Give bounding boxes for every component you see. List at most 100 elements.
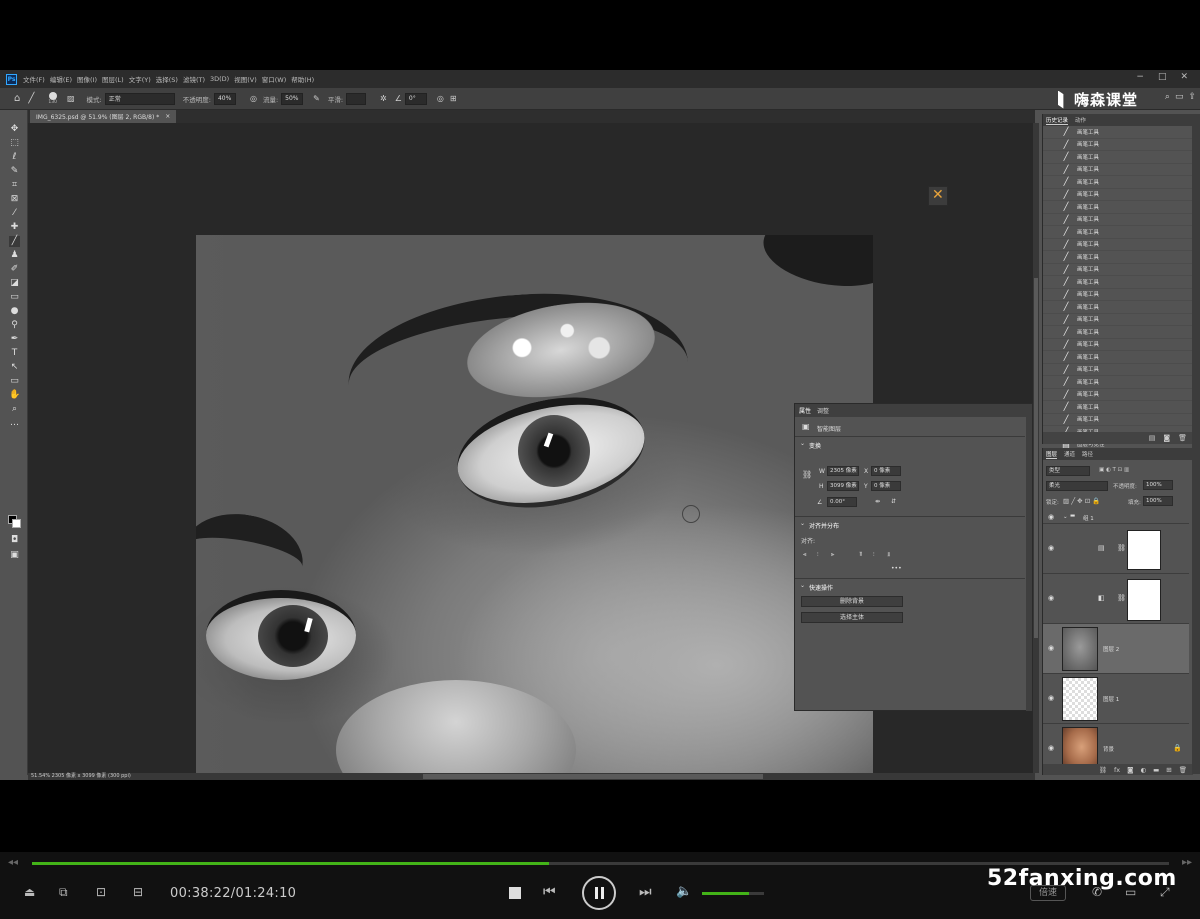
blur-tool-icon[interactable]: ● (9, 306, 20, 317)
more-tools-icon[interactable]: … (9, 418, 20, 429)
previous-button[interactable]: ⏮ (543, 884, 556, 900)
history-brush-tool-icon[interactable]: ✐ (9, 264, 20, 275)
tab-history[interactable]: 历史记录 (1046, 116, 1069, 125)
type-tool-icon[interactable]: T (9, 348, 20, 359)
angle-field[interactable]: 0° (404, 92, 427, 105)
opacity-field[interactable]: 40% (213, 92, 236, 105)
align-top-icon[interactable]: ⫪ (859, 551, 862, 559)
subtitle-icon[interactable]: ⧉ (59, 885, 68, 900)
history-item[interactable]: ╱ 画笔工具 (1043, 214, 1192, 226)
workspace-icon[interactable]: ▭ (1175, 92, 1184, 102)
new-group-icon[interactable]: ▬ (1153, 766, 1159, 774)
menu-filter[interactable]: 滤镜(T) (183, 74, 205, 84)
history-item[interactable]: ╱ 画笔工具 (1043, 314, 1192, 326)
flip-vertical-icon[interactable]: ⇵ (891, 498, 896, 505)
next-button[interactable]: ⏭ (639, 884, 652, 900)
stop-button[interactable] (509, 887, 521, 899)
screen-cast-icon[interactable]: ⊟ (133, 885, 143, 899)
hand-tool-icon[interactable]: ✋ (9, 390, 20, 401)
pen-tool-icon[interactable]: ✒ (9, 334, 20, 345)
seek-right-icon[interactable]: ▸▸ (1182, 857, 1192, 868)
menu-file[interactable]: 文件(F) (23, 74, 45, 84)
snapshot-icon[interactable]: ◙ (1163, 434, 1170, 442)
smoothing-options-icon[interactable]: ✲ (380, 94, 387, 103)
search-icon[interactable]: ⌕ (1165, 92, 1170, 102)
properties-scrollbar[interactable] (1026, 417, 1032, 711)
history-item[interactable]: ╱ 画笔工具 (1043, 339, 1192, 351)
pressure-size-icon[interactable]: ◎ (437, 94, 444, 103)
history-item[interactable]: ╱ 画笔工具 (1043, 126, 1192, 139)
history-item[interactable]: ╱ 画笔工具 (1043, 251, 1192, 264)
eject-icon[interactable]: ⏏ (24, 885, 35, 899)
height-field[interactable]: 3099 像素 (827, 481, 859, 491)
history-item[interactable]: ╱ 画笔工具 (1043, 351, 1192, 364)
history-item[interactable]: ╱ 画笔工具 (1043, 389, 1192, 401)
visibility-eye-icon[interactable]: ◉ (1048, 594, 1054, 602)
flip-horizontal-icon[interactable]: ⇹ (875, 498, 880, 505)
visibility-eye-icon[interactable]: ◉ (1048, 694, 1054, 702)
lasso-tool-icon[interactable]: ℓ (9, 152, 20, 163)
healing-brush-tool-icon[interactable]: ✚ (9, 222, 20, 233)
layer-row[interactable]: ◉ ▤ ⛓ (1043, 524, 1189, 574)
menu-select[interactable]: 选择(S) (156, 74, 178, 84)
visibility-eye-icon[interactable]: ◉ (1048, 644, 1054, 652)
brush-tool-icon[interactable]: ╱ (9, 236, 20, 247)
zoom-tool-icon[interactable]: ⌕ (9, 404, 20, 415)
floating-panel-button[interactable]: ✕ (928, 186, 948, 206)
crop-tool-icon[interactable]: ⌗ (9, 180, 20, 191)
tab-adjustments[interactable]: 调整 (817, 406, 829, 415)
marquee-tool-icon[interactable]: ⬚ (9, 138, 20, 149)
history-item[interactable]: ╱ 画笔工具 (1043, 139, 1192, 151)
chevron-down-icon[interactable]: ⌄ (800, 582, 805, 589)
adjustment-layer-icon[interactable]: ◐ (1140, 766, 1146, 774)
menu-view[interactable]: 视图(V) (234, 74, 257, 84)
align-bottom-icon[interactable]: ⫫ (887, 551, 890, 559)
tab-layers[interactable]: 图层 (1046, 450, 1058, 459)
delete-icon[interactable]: 🗑 (1178, 434, 1187, 442)
layer-mask-thumbnail[interactable] (1127, 530, 1161, 570)
menu-layer[interactable]: 图层(L) (102, 74, 124, 84)
rectangle-tool-icon[interactable]: ▭ (9, 376, 20, 387)
history-item[interactable]: ╱ 画笔工具 (1043, 364, 1192, 376)
clone-stamp-tool-icon[interactable]: ♟ (9, 250, 20, 261)
layer-opacity-field[interactable]: 100% (1143, 480, 1173, 490)
layer-row[interactable]: ◉ 图层 1 (1043, 674, 1189, 724)
history-item[interactable]: ╱ 画笔工具 (1043, 151, 1192, 164)
photo-portrait[interactable] (196, 235, 873, 773)
lock-icons[interactable]: ▨ ╱ ✥ ⊡ 🔒 (1063, 497, 1100, 505)
visibility-eye-icon[interactable]: ◉ (1048, 744, 1054, 752)
background-color-swatch[interactable] (12, 519, 21, 528)
layer-thumbnail[interactable] (1062, 627, 1098, 671)
select-subject-button[interactable]: 选择主体 (801, 612, 903, 623)
history-item[interactable]: ╱ 画笔工具 (1043, 176, 1192, 189)
frame-tool-icon[interactable]: ⊠ (9, 194, 20, 205)
chevron-down-icon[interactable]: ⌄ (800, 520, 805, 527)
seek-left-icon[interactable]: ◂◂ (8, 857, 18, 868)
translate-icon[interactable]: ⊡ (96, 885, 106, 899)
airbrush-icon[interactable]: ✎ (313, 94, 320, 103)
eyedropper-tool-icon[interactable]: ⁄ (9, 208, 20, 219)
fx-icon[interactable]: fx (1114, 766, 1120, 774)
layer-filter-select[interactable]: 类型 (1046, 466, 1090, 476)
blend-mode-select[interactable]: 柔光 (1046, 481, 1108, 491)
layer-group[interactable]: ◉ ⌄ ▬ 组 1 (1043, 510, 1189, 524)
menu-type[interactable]: 文字(Y) (129, 74, 151, 84)
layer-thumbnail[interactable] (1062, 677, 1098, 721)
x-field[interactable]: 0 像素 (871, 466, 901, 476)
tab-channels[interactable]: 通道 (1064, 450, 1075, 458)
move-tool-icon[interactable]: ✥ (9, 124, 20, 135)
menu-edit[interactable]: 编辑(E) (50, 74, 72, 84)
align-right-icon[interactable]: ⫸ (831, 551, 834, 559)
symmetry-icon[interactable]: ⊞ (450, 94, 457, 103)
close-window-button[interactable]: ✕ (1180, 72, 1188, 82)
menu-help[interactable]: 帮助(H) (291, 74, 314, 84)
volume-icon[interactable]: 🔈 (676, 884, 692, 899)
volume-slider[interactable] (702, 892, 764, 895)
quick-select-tool-icon[interactable]: ✎ (9, 166, 20, 177)
dodge-tool-icon[interactable]: ⚲ (9, 320, 20, 331)
document-tab[interactable]: IMG_6325.psd @ 51.9% (图层 2, RGB/8) * × (30, 110, 177, 123)
tab-paths[interactable]: 路径 (1082, 450, 1093, 458)
history-item[interactable]: ╱ 画笔工具 (1043, 326, 1192, 339)
add-mask-icon[interactable]: ◙ (1127, 766, 1133, 774)
menu-3d[interactable]: 3D(D) (210, 75, 229, 83)
